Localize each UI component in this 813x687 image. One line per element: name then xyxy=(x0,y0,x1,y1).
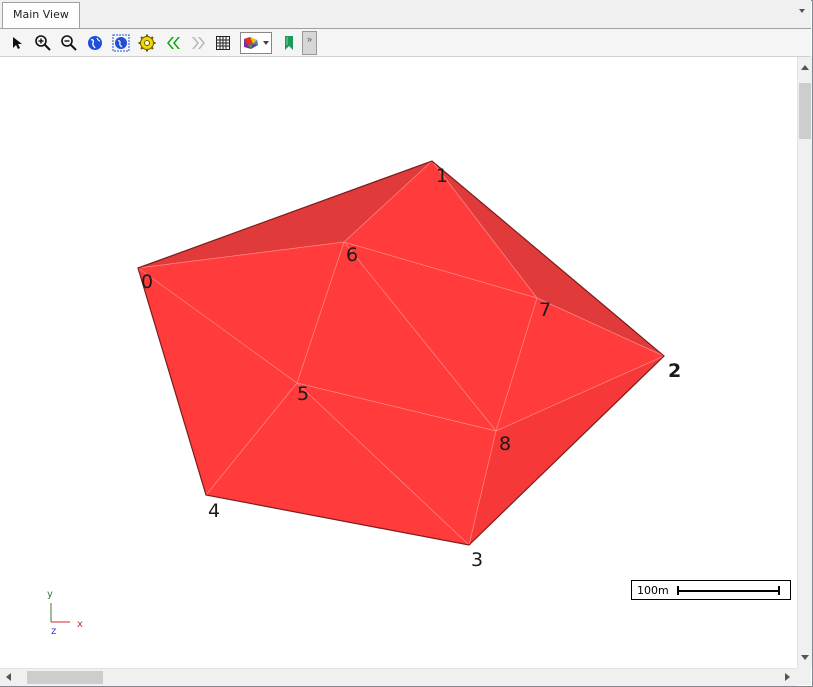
axis-x-label: x xyxy=(77,619,83,630)
settings-gear-icon[interactable] xyxy=(136,32,158,54)
map-viewport[interactable]: 0 1 2 3 4 5 6 7 8 y x z 100m xyxy=(0,57,797,668)
vertical-scroll-thumb[interactable] xyxy=(799,83,811,139)
grid-icon[interactable] xyxy=(212,32,234,54)
color-palette-icon xyxy=(244,37,258,49)
scale-label: 100m xyxy=(637,584,669,597)
node-label-6: 6 xyxy=(346,244,358,266)
node-label-4: 4 xyxy=(208,500,220,522)
scroll-corner xyxy=(797,668,811,685)
axis-triad: y x z xyxy=(47,589,83,637)
bookmark-icon[interactable] xyxy=(278,32,300,54)
node-label-7: 7 xyxy=(539,299,551,321)
node-label-5: 5 xyxy=(297,383,309,405)
tab-bar: Main View xyxy=(0,0,811,29)
globe-icon[interactable] xyxy=(84,32,106,54)
tab-list-dropdown-icon[interactable] xyxy=(799,9,805,13)
zoom-in-icon[interactable] xyxy=(32,32,54,54)
node-label-3: 3 xyxy=(471,549,483,571)
axis-y-label: y xyxy=(47,589,53,600)
select-pointer-icon[interactable] xyxy=(6,32,28,54)
next-icon[interactable] xyxy=(188,32,210,54)
color-style-dropdown[interactable] xyxy=(240,32,272,54)
scale-bar: 100m xyxy=(631,580,791,600)
horizontal-scrollbar[interactable] xyxy=(0,668,797,686)
scroll-down-icon[interactable] xyxy=(801,655,809,660)
node-label-1: 1 xyxy=(436,165,448,187)
toolbar: » xyxy=(0,29,811,57)
vertical-scrollbar[interactable] xyxy=(797,57,812,668)
node-label-2: 2 xyxy=(668,360,681,382)
mesh-canvas: 0 1 2 3 4 5 6 7 8 y x z xyxy=(47,160,681,637)
chevron-down-icon xyxy=(263,41,269,45)
globe-grid-icon[interactable] xyxy=(110,32,132,54)
zoom-out-icon[interactable] xyxy=(58,32,80,54)
toolbar-overflow-button[interactable]: » xyxy=(302,31,317,55)
scale-line xyxy=(677,590,780,592)
node-label-0: 0 xyxy=(141,271,153,293)
axis-z-label: z xyxy=(51,626,56,637)
horizontal-scroll-thumb[interactable] xyxy=(27,671,103,684)
scale-tick-left xyxy=(677,586,679,595)
scroll-right-icon[interactable] xyxy=(785,673,790,681)
scale-tick-right xyxy=(778,586,780,595)
scroll-left-icon[interactable] xyxy=(6,673,11,681)
node-label-8: 8 xyxy=(499,433,511,455)
previous-icon[interactable] xyxy=(162,32,184,54)
tab-main-view[interactable]: Main View xyxy=(2,2,80,28)
scroll-up-icon[interactable] xyxy=(801,65,809,70)
